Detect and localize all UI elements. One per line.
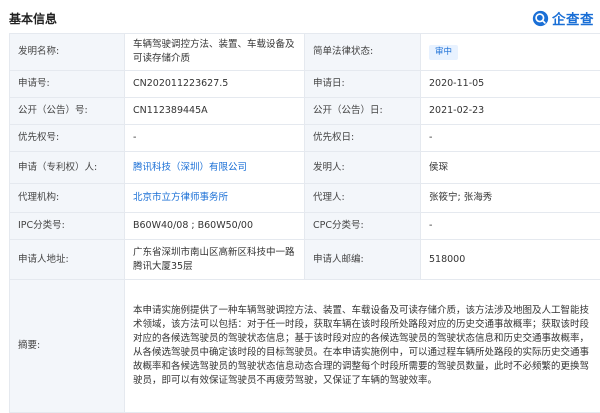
qichacha-logo-icon: [532, 10, 549, 27]
applicant-label: 申请（专利权）人:: [10, 152, 125, 184]
invention-name-value: 车辆驾驶调控方法、装置、车载设备及可读存储介质: [125, 34, 305, 71]
ipc-value: B60W40/08 ; B60W50/00: [125, 213, 305, 240]
abstract-value: 本申请实施例提供了一种车辆驾驶调控方法、装置、车载设备及可读存储介质，该方法涉及…: [125, 280, 600, 413]
address-label: 申请人地址:: [10, 240, 125, 280]
inventor-value: 侯琛: [421, 152, 600, 184]
postcode-value: 518000: [421, 240, 600, 280]
priority-date-value: -: [421, 125, 600, 152]
cpc-label: CPC分类号:: [305, 213, 421, 240]
app-date-label: 申请日:: [305, 71, 421, 98]
table-row: 申请人地址: 广东省深圳市南山区高新区科技中一路腾讯大厦35层 申请人邮编: 5…: [10, 240, 600, 280]
table-row: 优先权号: - 优先权日: -: [10, 125, 600, 152]
pub-no-value: CN112389445A: [125, 98, 305, 125]
section-title: 基本信息: [9, 10, 57, 27]
table-row: 代理机构: 北京市立方律师事务所 代理人: 张筱宁; 张海秀: [10, 184, 600, 213]
cpc-value: -: [421, 213, 600, 240]
legal-status-badge: 审中: [429, 45, 458, 60]
table-row: 申请（专利权）人: 腾讯科技（深圳）有限公司 发明人: 侯琛: [10, 152, 600, 184]
postcode-label: 申请人邮编:: [305, 240, 421, 280]
pub-date-label: 公开（公告）日:: [305, 98, 421, 125]
pub-no-label: 公开（公告）号:: [10, 98, 125, 125]
agency-cell: 北京市立方律师事务所: [125, 184, 305, 213]
table-row: 公开（公告）号: CN112389445A 公开（公告）日: 2021-02-2…: [10, 98, 600, 125]
priority-no-value: -: [125, 125, 305, 152]
table-row: 摘要: 本申请实施例提供了一种车辆驾驶调控方法、装置、车载设备及可读存储介质，该…: [10, 280, 600, 413]
agency-link[interactable]: 北京市立方律师事务所: [133, 192, 228, 203]
priority-date-label: 优先权日:: [305, 125, 421, 152]
pub-date-value: 2021-02-23: [421, 98, 600, 125]
table-row: 发明名称: 车辆驾驶调控方法、装置、车载设备及可读存储介质 简单法律状态: 审中: [10, 34, 600, 71]
table-row: IPC分类号: B60W40/08 ; B60W50/00 CPC分类号: -: [10, 213, 600, 240]
agent-label: 代理人:: [305, 184, 421, 213]
app-no-label: 申请号:: [10, 71, 125, 98]
applicant-cell: 腾讯科技（深圳）有限公司: [125, 152, 305, 184]
qichacha-logo[interactable]: 企查查: [532, 8, 594, 28]
app-date-value: 2020-11-05: [421, 71, 600, 98]
ipc-label: IPC分类号:: [10, 213, 125, 240]
applicant-link[interactable]: 腾讯科技（深圳）有限公司: [133, 162, 247, 173]
abstract-label: 摘要:: [10, 280, 125, 413]
legal-status-cell: 审中: [421, 34, 600, 71]
priority-no-label: 优先权号:: [10, 125, 125, 152]
agent-value: 张筱宁; 张海秀: [421, 184, 600, 213]
invention-name-label: 发明名称:: [10, 34, 125, 71]
inventor-label: 发明人:: [305, 152, 421, 184]
basic-info-table: 发明名称: 车辆驾驶调控方法、装置、车载设备及可读存储介质 简单法律状态: 审中…: [9, 33, 600, 413]
agency-label: 代理机构:: [10, 184, 125, 213]
address-value: 广东省深圳市南山区高新区科技中一路腾讯大厦35层: [125, 240, 305, 280]
table-row: 申请号: CN202011223627.5 申请日: 2020-11-05: [10, 71, 600, 98]
section-header: 基本信息 企查查: [0, 0, 600, 33]
app-no-value: CN202011223627.5: [125, 71, 305, 98]
legal-status-label: 简单法律状态:: [305, 34, 421, 71]
logo-text: 企查查: [552, 8, 594, 28]
